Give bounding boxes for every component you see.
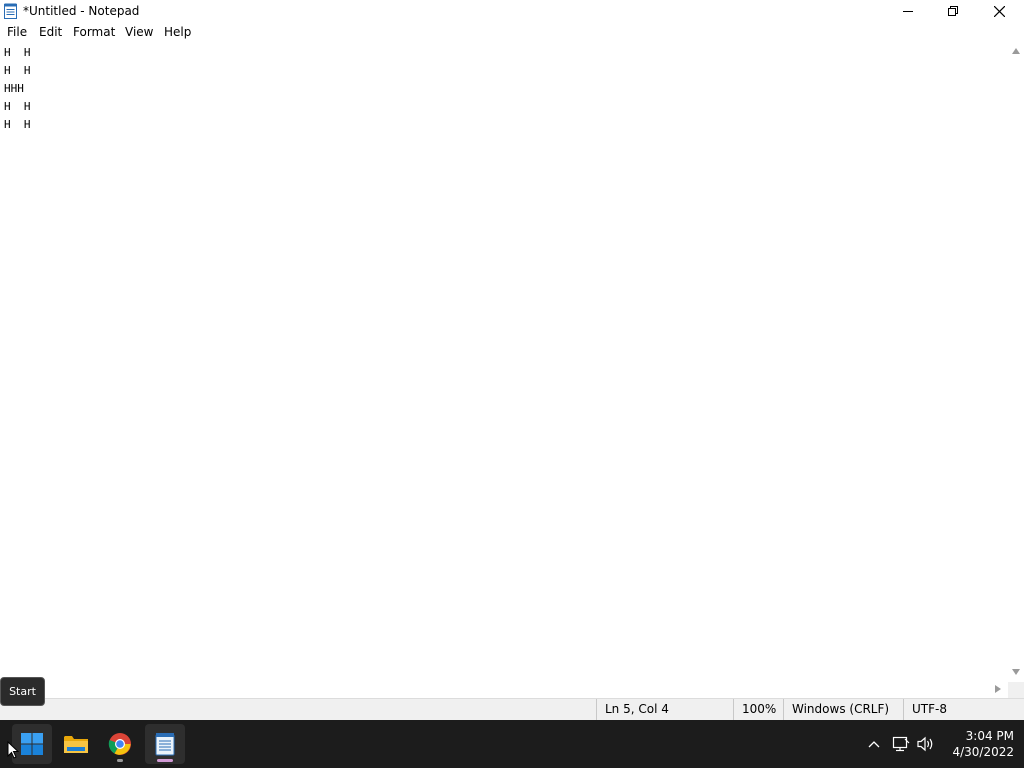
mouse-cursor-icon (7, 741, 19, 759)
start-tooltip: Start (0, 677, 45, 706)
scroll-down-icon[interactable] (1012, 669, 1020, 675)
tooltip-text: Start (9, 685, 36, 698)
close-button[interactable] (976, 0, 1022, 22)
network-icon (892, 736, 910, 752)
menu-bar: File Edit Format View Help (0, 22, 1024, 42)
menu-edit[interactable]: Edit (39, 25, 62, 39)
minimize-button[interactable] (885, 0, 931, 22)
clock-time: 3:04 PM (965, 729, 1014, 743)
horizontal-scrollbar[interactable] (0, 682, 1008, 698)
chrome-running-indicator (117, 759, 123, 762)
clock[interactable]: 3:04 PM 4/30/2022 (940, 728, 1014, 760)
restore-icon (948, 6, 958, 16)
restore-button[interactable] (930, 0, 976, 22)
encoding: UTF-8 (903, 699, 1018, 720)
window-title: *Untitled - Notepad (23, 4, 140, 18)
chrome-icon (108, 733, 131, 755)
cursor-position: Ln 5, Col 4 (596, 699, 733, 720)
notepad-active-indicator (157, 759, 173, 762)
status-bar: Ln 5, Col 4 100% Windows (CRLF) UTF-8 (0, 698, 1024, 720)
volume-button[interactable] (916, 734, 936, 754)
menu-format[interactable]: Format (73, 25, 115, 39)
show-hidden-icons-button[interactable] (864, 734, 884, 754)
volume-icon (917, 736, 933, 752)
close-icon (993, 5, 1005, 17)
scroll-corner (1008, 682, 1024, 698)
title-bar: *Untitled - Notepad (0, 0, 1024, 22)
menu-file[interactable]: File (7, 25, 27, 39)
menu-help[interactable]: Help (164, 25, 191, 39)
taskbar: 3:04 PM 4/30/2022 (0, 720, 1024, 768)
notepad-taskbar-button[interactable] (145, 724, 185, 764)
file-explorer-icon (64, 736, 88, 753)
editor-content[interactable]: H H H H HHH H H H H (4, 44, 31, 134)
vertical-scrollbar[interactable] (1008, 42, 1024, 682)
scroll-right-icon[interactable] (995, 685, 1001, 693)
clock-date: 4/30/2022 (952, 745, 1014, 759)
zoom-level: 100% (733, 699, 783, 720)
line-ending: Windows (CRLF) (783, 699, 903, 720)
scroll-up-icon[interactable] (1012, 48, 1020, 54)
notepad-icon (155, 733, 175, 756)
text-editor[interactable]: H H H H HHH H H H H (0, 42, 1008, 682)
start-icon (21, 733, 43, 755)
chevron-up-icon (868, 741, 880, 748)
chrome-button[interactable] (100, 724, 140, 764)
network-button[interactable] (891, 734, 911, 754)
file-explorer-button[interactable] (56, 724, 96, 764)
minimize-icon (903, 11, 913, 12)
notepad-app-icon (4, 3, 17, 19)
menu-view[interactable]: View (125, 25, 153, 39)
